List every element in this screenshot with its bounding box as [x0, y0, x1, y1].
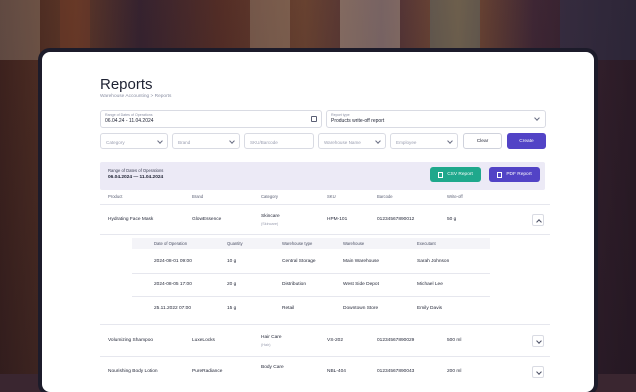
detail-executant: Emily Davis	[417, 306, 443, 311]
banner-range-label: Range of Dates of Operations	[108, 168, 164, 173]
detail-date: 2024-08-01 09:00	[154, 259, 192, 264]
brand-select[interactable]: Brand	[172, 133, 240, 149]
cell-writeoff: 200 ml	[447, 369, 462, 374]
divider	[132, 273, 490, 274]
date-range-field[interactable]: Range of Dates of Operations 06.04.24 - …	[100, 110, 322, 128]
chevron-down-icon	[157, 138, 163, 144]
pdf-report-button[interactable]: PDF Report	[489, 167, 540, 182]
clear-button[interactable]: Clear	[463, 133, 502, 149]
cell-barcode: 01234567890012	[377, 217, 415, 222]
create-button[interactable]: Create	[507, 133, 546, 149]
col-header-brand: Brand	[192, 194, 204, 199]
report-type-label: Report type	[331, 113, 350, 117]
csv-report-button[interactable]: CSV Report	[430, 167, 481, 182]
cell-writeoff: 50 g	[447, 217, 457, 222]
file-icon	[438, 171, 444, 178]
detail-quantity: 20 g	[227, 282, 237, 287]
chevron-down-icon	[375, 138, 381, 144]
divider	[100, 324, 550, 325]
expand-row-button[interactable]	[532, 366, 544, 378]
detail-header-warehouse-type: Warehouse type	[282, 241, 313, 246]
chevron-down-icon	[535, 337, 542, 344]
detail-header-executant: Executant	[417, 241, 436, 246]
cell-brand: LuxeLocks	[192, 338, 215, 343]
chevron-down-icon	[447, 138, 453, 144]
detail-header-warehouse: Warehouse	[343, 241, 365, 246]
cell-product: Hydrating Face Mask	[108, 217, 154, 222]
detail-date: 25.11.2022 07:00	[154, 306, 191, 311]
detail-quantity: 15 g	[227, 306, 237, 311]
divider	[100, 234, 550, 235]
cell-category: Body Care	[261, 365, 284, 370]
chevron-down-icon	[229, 138, 235, 144]
col-header-barcode: Barcode	[377, 194, 393, 199]
divider	[100, 204, 550, 205]
category-placeholder: Category	[106, 140, 125, 145]
cell-brand: GlowEssence	[192, 217, 222, 222]
category-select[interactable]: Category	[100, 133, 168, 149]
col-header-product: Product	[108, 194, 123, 199]
chevron-up-icon	[535, 218, 542, 225]
date-range-value: 06.04.24 - 11.04.2024	[105, 118, 154, 124]
date-range-label: Range of Dates of Operations	[105, 113, 153, 117]
cell-sku: NBL-404	[327, 369, 346, 374]
detail-header-date: Date of Operation	[154, 241, 188, 246]
detail-date: 2024-08-05 17:00	[154, 282, 192, 287]
cell-barcode: 01234567890043	[377, 369, 415, 374]
breadcrumb[interactable]: Warehouse Accounting > Reports	[100, 94, 171, 99]
divider	[132, 296, 490, 297]
cell-brand: PureRadiance	[192, 369, 223, 374]
chevron-down-icon	[534, 115, 540, 121]
cell-sku: HPM-101	[327, 217, 348, 222]
warehouse-select[interactable]: Warehouse Name	[318, 133, 386, 149]
banner-range-value: 06.04.2024 — 11.04.2024	[108, 175, 164, 180]
detail-warehouse: West Side Depot	[343, 282, 379, 287]
csv-report-label: CSV Report	[447, 172, 473, 177]
sku-barcode-input[interactable]: SKU/Barcode	[244, 133, 314, 149]
divider	[100, 356, 550, 357]
col-header-sku: SKU	[327, 194, 336, 199]
detail-warehouse-type: Retail	[282, 306, 295, 311]
col-header-writeoff: Write-off	[447, 194, 463, 199]
warehouse-placeholder: Warehouse Name	[324, 140, 361, 145]
calendar-icon[interactable]	[311, 116, 317, 122]
cell-category: Skincare	[261, 214, 280, 219]
pdf-report-label: PDF Report	[506, 172, 532, 177]
employee-placeholder: Employee	[396, 140, 417, 145]
cell-writeoff: 500 ml	[447, 338, 462, 343]
detail-warehouse: Main Warehouse	[343, 259, 380, 264]
cell-category: Hair Care	[261, 335, 282, 340]
file-icon	[497, 171, 503, 178]
cell-product: Nourishing Body Lotion	[108, 369, 158, 374]
reports-window: Reports Warehouse Accounting > Reports R…	[42, 52, 594, 392]
collapse-row-button[interactable]	[532, 214, 544, 226]
cell-product: Volumizing Shampoo	[108, 338, 154, 343]
chevron-down-icon	[535, 368, 542, 375]
detail-executant: Sarah Johnson	[417, 259, 450, 264]
brand-placeholder: Brand	[178, 140, 191, 145]
detail-warehouse: Downtown Store	[343, 306, 379, 311]
detail-header-quantity: Quantity	[227, 241, 243, 246]
col-header-category: Category	[261, 194, 278, 199]
page-title: Reports	[100, 76, 153, 93]
report-type-select[interactable]: Report type Products write-off report	[326, 110, 546, 128]
report-type-value: Products write-off report	[331, 118, 385, 124]
sku-placeholder: SKU/Barcode	[250, 140, 278, 145]
cell-barcode: 01234567890029	[377, 338, 415, 343]
cell-subcategory: (Skincare)	[261, 222, 279, 226]
expand-row-button[interactable]	[532, 335, 544, 347]
detail-executant: Michael Lee	[417, 282, 443, 287]
cell-sku: VS-202	[327, 338, 343, 343]
cell-subcategory: (Hair)	[261, 343, 271, 347]
employee-select[interactable]: Employee	[390, 133, 458, 149]
detail-warehouse-type: Central Storage	[282, 259, 316, 264]
detail-quantity: 10 g	[227, 259, 237, 264]
detail-warehouse-type: Distribution	[282, 282, 306, 287]
report-summary-banner: Range of Dates of Operations 06.04.2024 …	[100, 162, 545, 190]
